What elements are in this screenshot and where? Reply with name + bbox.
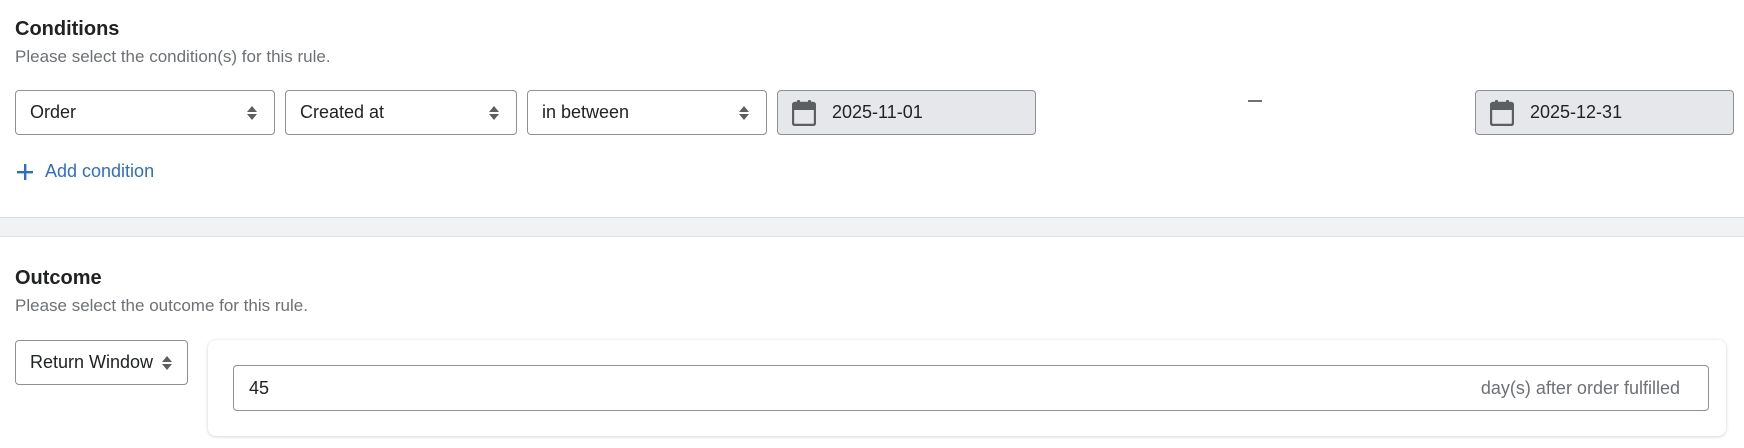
condition-field-value: Created at xyxy=(300,102,385,122)
outcome-type-select[interactable]: Return Window xyxy=(15,340,188,385)
days-suffix: day(s) after order fulfilled xyxy=(1480,377,1680,398)
days-value: 45 xyxy=(249,377,270,398)
start-date-field[interactable]: 2025-11-01 xyxy=(777,90,1036,135)
outcome-type-value: Return Window xyxy=(30,352,154,372)
end-date-field[interactable]: 2025-12-31 xyxy=(1475,90,1734,135)
condition-entity-select[interactable]: Order xyxy=(15,90,275,135)
condition-field-select[interactable]: Created at xyxy=(285,90,517,135)
conditions-title: Conditions xyxy=(15,18,120,40)
select-arrows-icon xyxy=(738,104,750,122)
calendar-icon xyxy=(792,99,816,126)
section-divider xyxy=(0,218,1744,237)
plus-icon xyxy=(17,163,33,180)
outcome-subtitle: Please select the outcome for this rule. xyxy=(15,296,308,315)
condition-entity-value: Order xyxy=(30,102,77,122)
condition-operator-value: in between xyxy=(542,102,630,122)
end-date-value: 2025-12-31 xyxy=(1530,102,1623,122)
calendar-icon xyxy=(1490,99,1514,126)
select-arrows-icon xyxy=(161,354,173,372)
start-date-value: 2025-11-01 xyxy=(832,102,923,122)
conditions-subtitle: Please select the condition(s) for this … xyxy=(15,47,331,66)
condition-operator-select[interactable]: in between xyxy=(527,90,767,135)
select-arrows-icon xyxy=(488,104,500,122)
return-window-days-input[interactable]: 45 day(s) after order fulfilled xyxy=(233,365,1709,411)
add-condition-button[interactable]: Add condition xyxy=(16,161,154,182)
add-condition-label: Add condition xyxy=(45,161,155,181)
date-range-separator xyxy=(1248,100,1262,102)
outcome-title: Outcome xyxy=(15,267,102,289)
select-arrows-icon xyxy=(246,104,258,122)
